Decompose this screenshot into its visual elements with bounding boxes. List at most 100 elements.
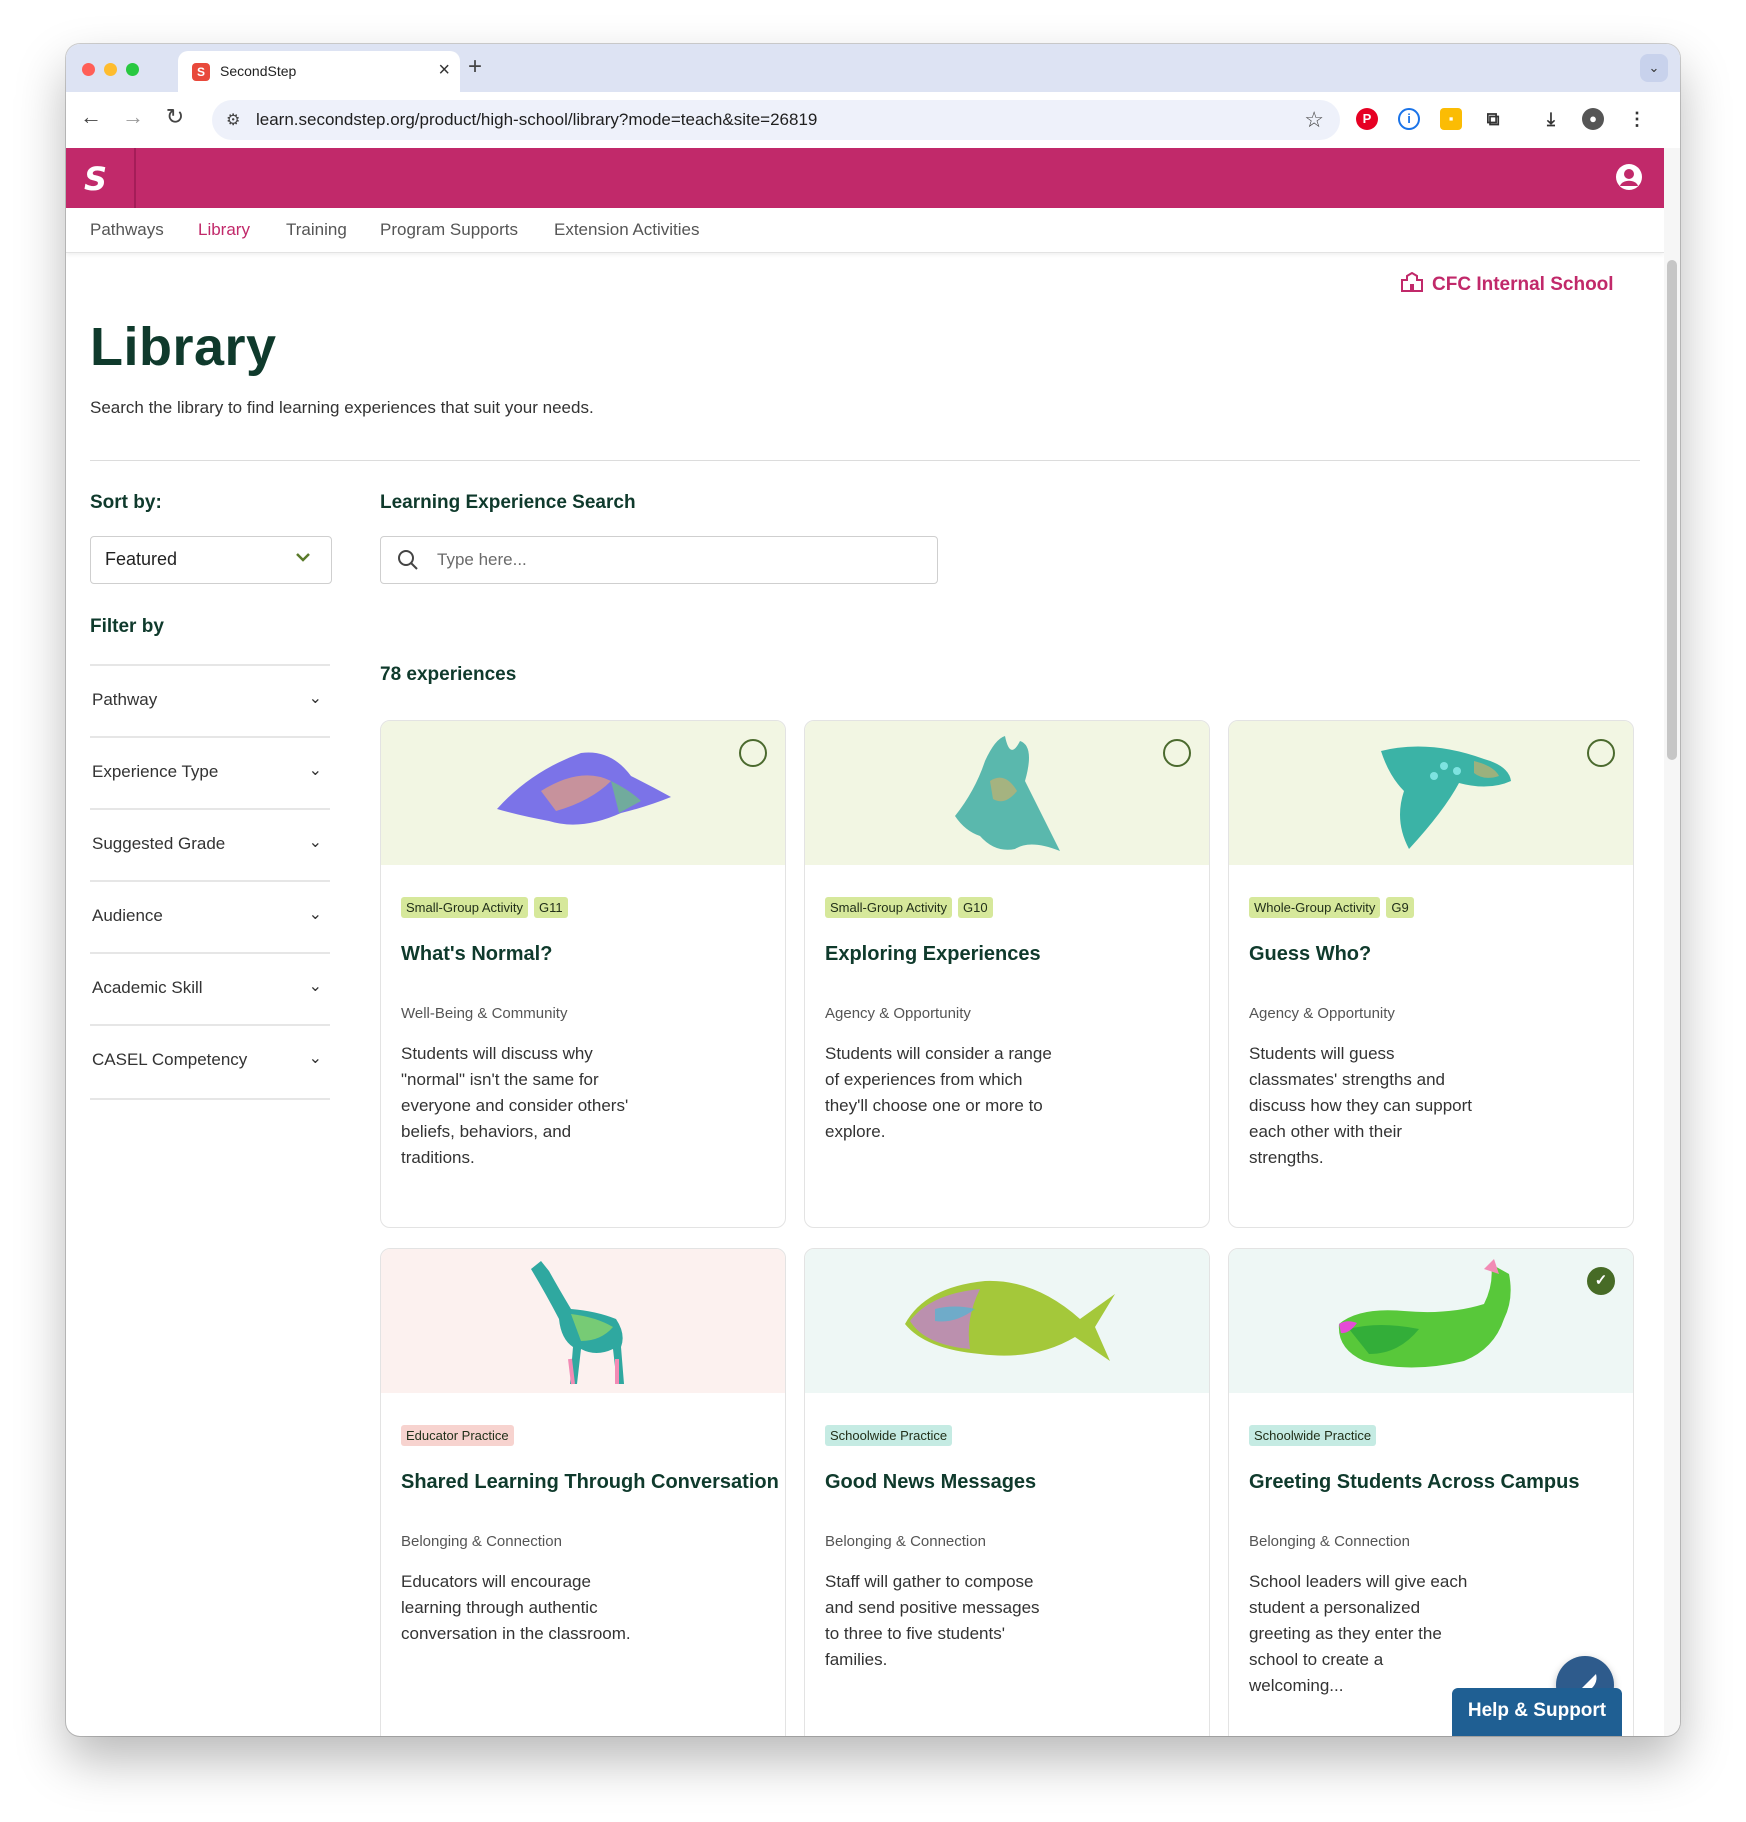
type-badge: Educator Practice <box>401 1425 514 1446</box>
select-checkbox[interactable] <box>739 739 767 767</box>
card-description: Educators will encourage learning throug… <box>401 1572 631 1643</box>
select-checkbox[interactable] <box>1163 739 1191 767</box>
search-label: Learning Experience Search <box>380 492 636 513</box>
sort-label: Sort by: <box>90 492 162 513</box>
sort-value: Featured <box>105 549 178 569</box>
experience-card[interactable]: Educator Practice Shared Learning Throug… <box>380 1248 786 1736</box>
tab-close-icon[interactable]: × <box>438 59 450 81</box>
page-scrollbar[interactable] <box>1664 148 1680 1736</box>
section-nav: Pathways Library Training Program Suppor… <box>66 208 1664 253</box>
grade-badge: G10 <box>958 897 993 918</box>
filter-suggested-grade[interactable]: Suggested Grade ⌄ <box>90 808 330 882</box>
card-title[interactable]: Shared Learning Through Conversation <box>401 1471 779 1494</box>
card-title[interactable]: Exploring Experiences <box>825 943 1041 966</box>
filter-experience-type[interactable]: Experience Type ⌄ <box>90 736 330 810</box>
bookmark-star-icon[interactable]: ☆ <box>1304 107 1324 133</box>
keep-extension-icon[interactable]: ▪ <box>1440 108 1462 130</box>
tab-title: SecondStep <box>220 63 297 79</box>
browser-window: S SecondStep × + ⌄ ← → ↻ ⚙ learn.seconds… <box>66 44 1680 1736</box>
pinterest-extension-icon[interactable]: P <box>1356 108 1378 130</box>
filter-label-text: Suggested Grade <box>92 834 226 853</box>
card-category: Agency & Opportunity <box>825 1005 971 1022</box>
close-window-button[interactable] <box>82 63 95 76</box>
nav-training[interactable]: Training <box>286 220 347 240</box>
browser-tab[interactable]: S SecondStep × <box>178 51 460 92</box>
back-icon[interactable]: ← <box>76 104 106 130</box>
card-description: Students will guess classmates' strength… <box>1249 1044 1473 1167</box>
bird-flying-icon <box>497 752 671 825</box>
minimize-window-button[interactable] <box>104 63 117 76</box>
card-hero <box>381 1249 785 1393</box>
sort-select[interactable]: Featured <box>90 536 332 584</box>
filter-pathway[interactable]: Pathway ⌄ <box>90 664 330 738</box>
filter-label: Filter by <box>90 616 164 637</box>
library-page: CFC Internal School Library Search the l… <box>66 252 1664 1736</box>
password-extension-icon[interactable]: i <box>1398 108 1420 130</box>
search-placeholder: Type here... <box>437 550 527 569</box>
card-hero <box>1229 1249 1633 1393</box>
divider <box>90 460 1640 461</box>
secondstep-logo-icon[interactable]: S <box>84 160 107 198</box>
experience-card[interactable]: Small-Group Activity G11 What's Normal? W… <box>380 720 786 1228</box>
search-icon <box>398 550 418 570</box>
badge-group: Educator Practice <box>401 1425 520 1446</box>
card-description: School leaders will give each student a … <box>1249 1572 1468 1695</box>
experience-card[interactable]: Schoolwide Practice Good News Messages B… <box>804 1248 1210 1736</box>
maximize-window-button[interactable] <box>126 63 139 76</box>
card-hero <box>805 721 1209 865</box>
nav-extension-activities[interactable]: Extension Activities <box>554 220 700 240</box>
filter-casel-competency[interactable]: CASEL Competency ⌄ <box>90 1024 330 1100</box>
reload-icon[interactable]: ↻ <box>160 104 190 130</box>
address-bar[interactable]: ⚙ learn.secondstep.org/product/high-scho… <box>212 100 1340 140</box>
selected-check-icon[interactable]: ✓ <box>1587 1267 1615 1295</box>
select-checkbox[interactable] <box>1587 739 1615 767</box>
extensions-puzzle-icon[interactable]: ⧉ <box>1482 108 1504 130</box>
card-hero <box>1229 721 1633 865</box>
nav-library[interactable]: Library <box>198 220 250 240</box>
chevron-down-icon: ⌄ <box>308 834 322 851</box>
card-title[interactable]: Greeting Students Across Campus <box>1249 1471 1579 1494</box>
browser-menu-icon[interactable]: ⋮ <box>1626 108 1648 130</box>
page-subtitle: Search the library to find learning expe… <box>90 398 594 417</box>
tab-search-chevron-icon[interactable]: ⌄ <box>1640 54 1668 82</box>
type-badge: Schoolwide Practice <box>825 1425 953 1446</box>
new-tab-icon[interactable]: + <box>468 53 482 81</box>
card-title[interactable]: What's Normal? <box>401 943 552 966</box>
badge-group: Small-Group Activity G11 <box>401 897 574 918</box>
badge-group: Schoolwide Practice <box>825 1425 958 1446</box>
chevron-down-icon: ⌄ <box>308 978 322 995</box>
school-link[interactable]: CFC Internal School <box>1401 272 1614 296</box>
card-hero <box>381 721 785 865</box>
badge-group: Whole-Group Activity G9 <box>1249 897 1420 918</box>
owl-icon <box>1381 746 1511 849</box>
card-title[interactable]: Guess Who? <box>1249 943 1371 966</box>
giraffe-icon <box>531 1261 624 1385</box>
filter-audience[interactable]: Audience ⌄ <box>90 880 330 954</box>
filter-academic-skill[interactable]: Academic Skill ⌄ <box>90 952 330 1026</box>
secondstep-favicon-icon: S <box>192 63 210 81</box>
header-divider <box>134 148 136 208</box>
card-category: Well-Being & Community <box>401 1005 568 1022</box>
help-support-button[interactable]: Help & Support <box>1452 1688 1622 1736</box>
user-account-icon[interactable] <box>1616 164 1642 190</box>
experience-card[interactable]: Whole-Group Activity G9 Guess Who? Agency… <box>1228 720 1634 1228</box>
grade-badge: G11 <box>534 897 568 918</box>
fish-icon <box>905 1280 1115 1361</box>
card-title[interactable]: Good News Messages <box>825 1471 1036 1494</box>
url-text[interactable]: learn.secondstep.org/product/high-school… <box>256 110 817 130</box>
profile-avatar[interactable]: ● <box>1582 108 1604 130</box>
download-icon[interactable]: ⤓ <box>1540 108 1562 130</box>
tab-strip: S SecondStep × + ⌄ <box>66 44 1680 92</box>
scrollbar-thumb[interactable] <box>1667 260 1677 760</box>
type-badge: Small-Group Activity <box>825 897 953 918</box>
grade-badge: G9 <box>1386 897 1414 918</box>
nav-pathways[interactable]: Pathways <box>90 220 164 240</box>
chevron-down-icon: ⌄ <box>308 1050 322 1067</box>
school-name: CFC Internal School <box>1432 274 1614 295</box>
nav-program-supports[interactable]: Program Supports <box>380 220 518 240</box>
experience-card[interactable]: Small-Group Activity G10 Exploring Experi… <box>804 720 1210 1228</box>
forward-icon[interactable]: → <box>118 104 148 130</box>
search-input[interactable]: Type here... <box>380 536 938 584</box>
site-settings-icon[interactable]: ⚙ <box>226 110 240 130</box>
chevron-down-icon: ⌄ <box>308 906 322 923</box>
